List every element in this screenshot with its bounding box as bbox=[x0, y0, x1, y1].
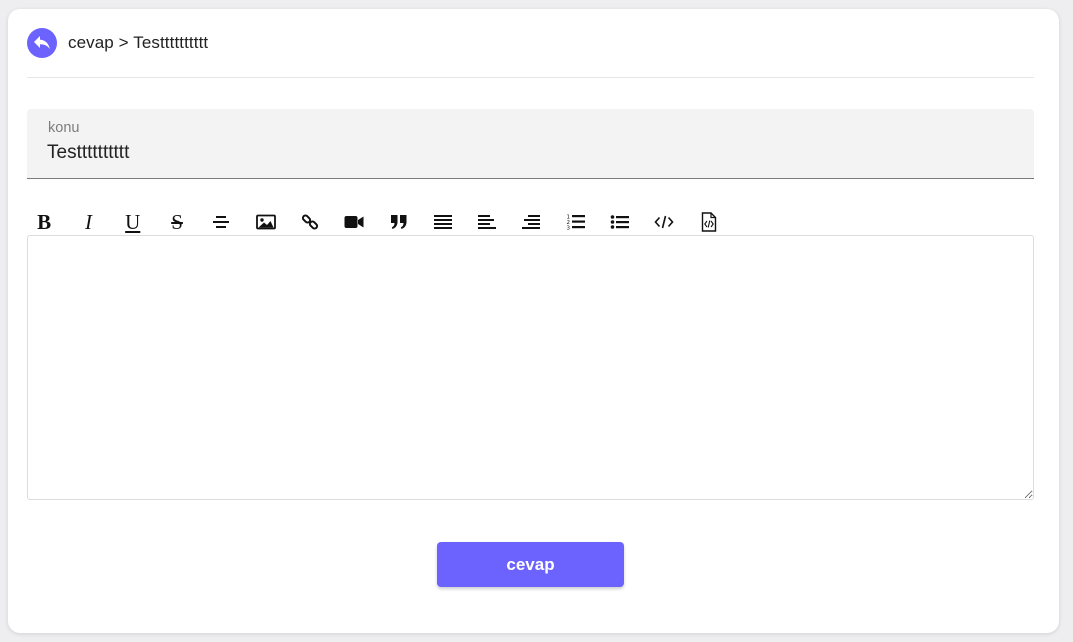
image-icon bbox=[255, 214, 276, 230]
reply-arrow-icon bbox=[34, 36, 50, 50]
strikethrough-button[interactable]: S bbox=[155, 210, 199, 234]
subject-field[interactable]: konu bbox=[27, 109, 1034, 179]
source-file-icon bbox=[701, 212, 716, 232]
breadcrumb: cevap > Testttttttttt bbox=[68, 33, 209, 52]
subject-input[interactable] bbox=[47, 142, 1007, 164]
ordered-list-button[interactable]: 1 2 3 bbox=[554, 210, 598, 234]
code-icon bbox=[654, 215, 674, 229]
link-button[interactable] bbox=[288, 210, 332, 234]
message-editor[interactable] bbox=[27, 235, 1034, 500]
unordered-list-icon bbox=[610, 215, 629, 229]
italic-icon: I bbox=[84, 210, 92, 234]
horizontal-rule-icon bbox=[213, 216, 230, 228]
video-button[interactable] bbox=[332, 210, 376, 234]
header: cevap > Testttttttttt bbox=[27, 28, 208, 58]
strikethrough-icon: S bbox=[171, 210, 183, 234]
align-left-button[interactable] bbox=[465, 210, 509, 234]
blockquote-icon bbox=[390, 215, 407, 229]
underline-button[interactable]: U bbox=[111, 210, 155, 234]
video-icon bbox=[344, 216, 364, 228]
align-left-icon bbox=[478, 215, 497, 229]
align-right-button[interactable] bbox=[509, 210, 553, 234]
subject-label: konu bbox=[48, 120, 80, 136]
italic-button[interactable]: I bbox=[66, 210, 110, 234]
bold-icon: B bbox=[37, 210, 52, 234]
bold-button[interactable]: B bbox=[22, 210, 66, 234]
source-file-button[interactable] bbox=[686, 210, 730, 234]
reply-card: cevap > Testttttttttt konu B I U S bbox=[8, 9, 1059, 633]
link-icon bbox=[301, 214, 318, 230]
editor-toolbar: B I U S 1 2 3 bbox=[22, 210, 731, 234]
blockquote-button[interactable] bbox=[376, 210, 420, 234]
code-view-button[interactable] bbox=[642, 210, 686, 234]
image-button[interactable] bbox=[243, 210, 287, 234]
ordered-list-icon: 1 2 3 bbox=[566, 215, 585, 232]
unordered-list-button[interactable] bbox=[598, 210, 642, 234]
back-button[interactable] bbox=[27, 28, 57, 58]
header-divider bbox=[27, 77, 1034, 78]
svg-text:3: 3 bbox=[566, 226, 570, 232]
underline-icon: U bbox=[125, 210, 141, 234]
align-right-icon bbox=[522, 215, 541, 229]
align-justify-icon bbox=[433, 215, 452, 229]
align-justify-button[interactable] bbox=[421, 210, 465, 234]
submit-reply-button[interactable]: cevap bbox=[437, 542, 624, 587]
horizontal-rule-button[interactable] bbox=[199, 210, 243, 234]
